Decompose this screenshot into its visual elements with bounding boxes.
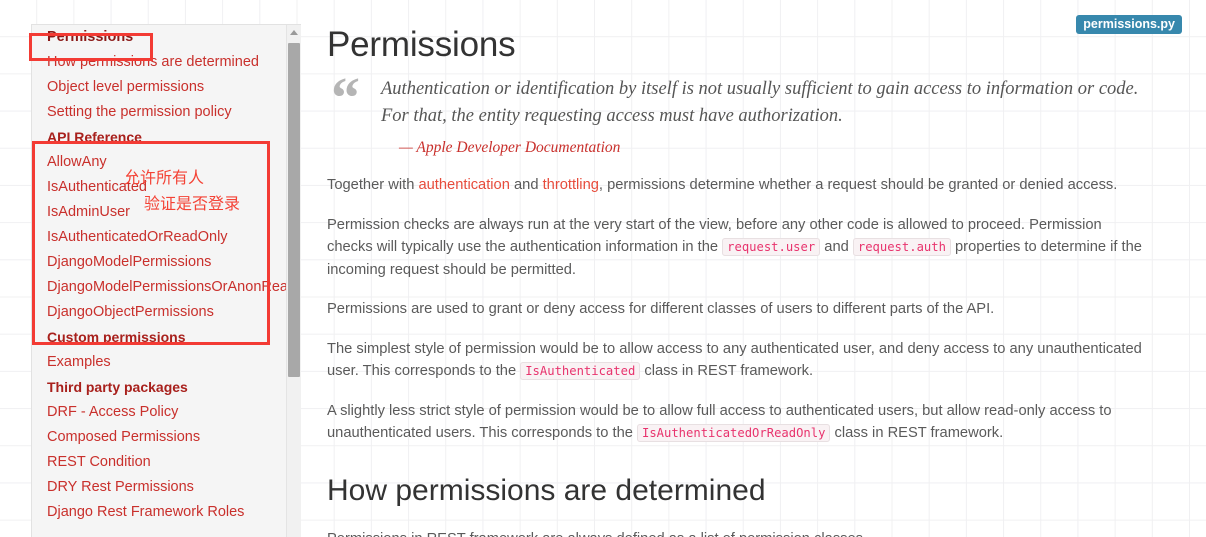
- sidebar-item-examples[interactable]: Examples: [32, 350, 288, 375]
- quote-line-2: For that, the entity requesting access m…: [381, 106, 843, 126]
- section-title-how-permissions-are-determined: How permissions are determined: [327, 473, 766, 507]
- sidebar-item-api-reference: API Reference: [47, 129, 142, 145]
- annotation-text-allow-all: 允许所有人: [124, 168, 205, 187]
- sidebar-nav-list: Permissions How permissions are determine…: [32, 25, 288, 525]
- paragraph-5: A slightly less strict style of permissi…: [327, 400, 1147, 445]
- link-throttling[interactable]: throttling: [543, 177, 599, 193]
- sidebar-item-permissions[interactable]: Permissions: [32, 25, 288, 50]
- code-request-user: request.user: [722, 238, 821, 256]
- page-root: permissions.py Permissions How permission…: [0, 0, 1206, 537]
- sidebar-item-django-rest-framework-roles[interactable]: Django Rest Framework Roles: [32, 500, 288, 525]
- annotation-text-verify-login: 验证是否登录: [144, 194, 241, 213]
- sidebar-item-setting-the-permission-policy[interactable]: Setting the permission policy: [32, 100, 288, 125]
- sidebar-item-dry-rest-permissions[interactable]: DRY Rest Permissions: [32, 475, 288, 500]
- sidebar-item-composed-permissions[interactable]: Composed Permissions: [32, 425, 288, 450]
- page-title: Permissions: [327, 25, 516, 64]
- paragraph-4: The simplest style of permission would b…: [327, 338, 1147, 383]
- main-content: Permissions “ Authentication or identifi…: [327, 0, 1147, 537]
- sidebar-item-drf-access-policy[interactable]: DRF - Access Policy: [32, 400, 288, 425]
- sidebar-scrollbar-thumb[interactable]: [288, 43, 300, 377]
- sidebar-item-custom-permissions: Custom permissions: [47, 329, 186, 345]
- sidebar-item-rest-condition[interactable]: REST Condition: [32, 450, 288, 475]
- quote-line-1: Authentication or identification by itse…: [381, 79, 1139, 99]
- code-request-auth: request.auth: [852, 238, 951, 256]
- sidebar-scrollbar-track[interactable]: [286, 25, 301, 537]
- intro-blockquote: “ Authentication or identification by it…: [327, 65, 1147, 157]
- scroll-up-arrow-icon[interactable]: [287, 25, 301, 40]
- p1-text-b: and: [509, 177, 543, 193]
- sidebar-item-object-level-permissions[interactable]: Object level permissions: [32, 75, 288, 100]
- paragraph-3: Permissions are used to grant or deny ac…: [327, 301, 995, 317]
- sidebar-item-djangomodelpermissions[interactable]: DjangoModelPermissions: [32, 250, 288, 275]
- paragraph-6: Permissions in REST framework are always…: [327, 528, 1147, 537]
- code-isauthenticatedorreadonly: IsAuthenticatedOrReadOnly: [637, 424, 831, 442]
- p1-text-a: Together with: [327, 177, 419, 193]
- paragraph-2: Permission checks are always run at the …: [327, 214, 1147, 282]
- quote-citation: — Apple Developer Documentation: [399, 139, 621, 156]
- sidebar-item-how-permissions-are-determined[interactable]: How permissions are determined: [32, 50, 288, 75]
- code-isauthenticated: IsAuthenticated: [520, 362, 641, 380]
- p1-text-c: , permissions determine whether a reques…: [598, 177, 1118, 193]
- p4-text-b: class in REST framework.: [640, 363, 814, 379]
- p5-text-b: class in REST framework.: [830, 425, 1004, 441]
- sidebar-item-djangomodelpermissionsoranonreadonly[interactable]: DjangoModelPermissionsOrAnonReadOnly: [32, 275, 288, 300]
- quote-mark-icon: “: [331, 65, 360, 130]
- sidebar-item-isauthenticatedorreadonly[interactable]: IsAuthenticatedOrReadOnly: [32, 225, 288, 250]
- paragraph-1: Together with authentication and throttl…: [327, 174, 1147, 197]
- p2-text-b: and: [820, 239, 853, 255]
- sidebar-item-third-party-packages: Third party packages: [47, 379, 188, 395]
- sidebar-toc-panel: Permissions How permissions are determine…: [31, 24, 301, 537]
- sidebar-item-djangoobjectpermissions[interactable]: DjangoObjectPermissions: [32, 300, 288, 325]
- link-authentication[interactable]: authentication: [418, 177, 509, 193]
